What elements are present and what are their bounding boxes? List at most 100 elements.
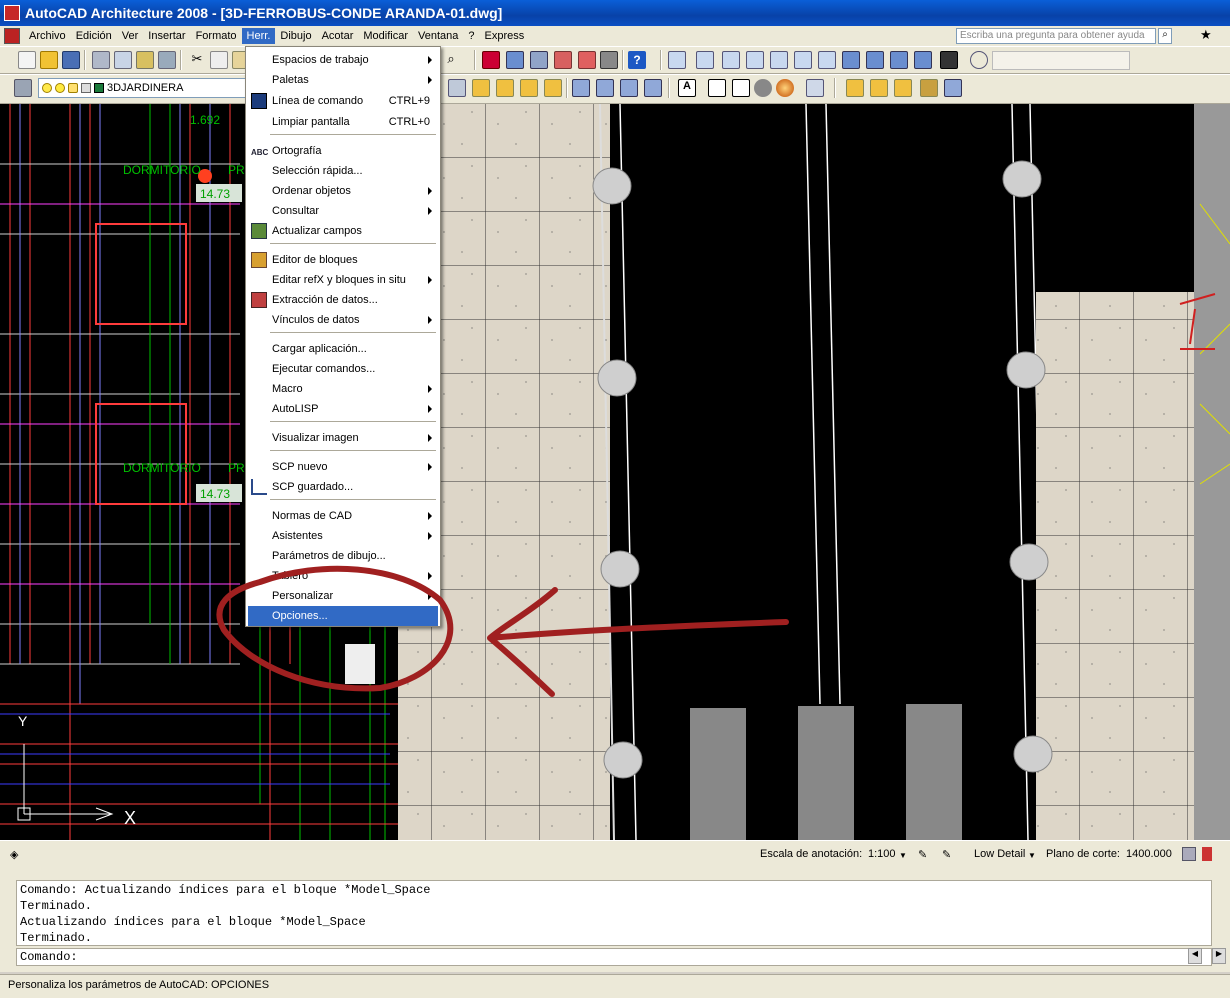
scroll-right-button[interactable]: ▶ — [1212, 948, 1226, 964]
menu-item-cargar-aplicacion[interactable]: Cargar aplicación... — [248, 339, 438, 359]
layer-manager-icon[interactable] — [14, 79, 32, 97]
annotation-scale-dropdown-icon[interactable]: ▼ — [899, 851, 907, 860]
view-iso-icon[interactable] — [818, 51, 836, 69]
text-icon[interactable]: A — [678, 79, 696, 97]
menu-item-macro[interactable]: Macro — [248, 379, 438, 399]
realistic-icon[interactable] — [776, 79, 794, 97]
menu-item-visualizar-imagen[interactable]: Visualizar imagen — [248, 428, 438, 448]
model-space-icon[interactable]: ◈ — [10, 848, 18, 861]
menu-edicion[interactable]: Edición — [71, 28, 117, 44]
sheet-set-icon[interactable] — [554, 51, 572, 69]
command-input[interactable]: Comando: — [16, 948, 1212, 966]
menu-item-seleccion-rapida[interactable]: Selección rápida... — [248, 161, 438, 181]
wall-tool-icon[interactable] — [846, 79, 864, 97]
view-se-iso-icon[interactable] — [866, 51, 884, 69]
menu-item-opciones[interactable]: Opciones... — [248, 606, 438, 626]
open-folder-icon[interactable] — [40, 51, 58, 69]
layer-lock-icon[interactable] — [68, 83, 78, 93]
space-tool-icon[interactable] — [944, 79, 962, 97]
menu-dibujo[interactable]: Dibujo — [275, 28, 316, 44]
menu-acotar[interactable]: Acotar — [317, 28, 359, 44]
annotation-scale-value[interactable]: 1:100 — [868, 848, 896, 860]
visual-styles-icon[interactable] — [806, 79, 824, 97]
ucs-target-icon[interactable] — [970, 51, 988, 69]
new-file-icon[interactable] — [18, 51, 36, 69]
layer-freeze-icon[interactable] — [520, 79, 538, 97]
layer-dropdown[interactable]: 3DJARDINERA — [38, 78, 258, 98]
menu-item-parametros-de-dibujo[interactable]: Parámetros de dibujo... — [248, 546, 438, 566]
menu-item-espacios-de-trabajo[interactable]: Espacios de trabajo — [248, 50, 438, 70]
plot-icon[interactable] — [158, 51, 176, 69]
layer-walk-icon[interactable] — [596, 79, 614, 97]
favorites-icon[interactable]: ★ — [1200, 27, 1212, 43]
menu-modificar[interactable]: Modificar — [358, 28, 413, 44]
menu-item-normas-de-cad[interactable]: Normas de CAD — [248, 506, 438, 526]
layer-iso-icon[interactable] — [472, 79, 490, 97]
markup-icon[interactable] — [578, 51, 596, 69]
print-preview-icon[interactable] — [114, 51, 132, 69]
door-tool-icon[interactable] — [870, 79, 888, 97]
layer-on-icon[interactable] — [42, 83, 52, 93]
menu-item-consultar[interactable]: Consultar — [248, 201, 438, 221]
menu-item-limpiar-pantalla[interactable]: Limpiar pantalla CTRL+0 — [248, 112, 438, 132]
menu-herramientas[interactable]: Herr. — [241, 28, 276, 44]
cut-icon[interactable]: ✂ — [188, 51, 206, 69]
layer-thaw-icon[interactable] — [55, 83, 65, 93]
help-search-input[interactable]: Escriba una pregunta para obtener ayuda — [956, 28, 1156, 44]
view-nw-iso-icon[interactable] — [914, 51, 932, 69]
menu-formato[interactable]: Formato — [191, 28, 242, 44]
print-icon[interactable] — [92, 51, 110, 69]
menu-item-actualizar-campos[interactable]: Actualizar campos — [248, 221, 438, 241]
annotation-visibility-icon[interactable]: ✎ — [918, 848, 927, 861]
menu-item-ejecutar-comandos[interactable]: Ejecutar comandos... — [248, 359, 438, 379]
detail-level[interactable]: Low Detail — [974, 848, 1025, 860]
cut-plane-value[interactable]: 1400.000 — [1126, 848, 1172, 860]
view-sw-iso-icon[interactable] — [842, 51, 860, 69]
view-top-icon[interactable] — [668, 51, 686, 69]
menu-item-scp-guardado[interactable]: SCP guardado... — [248, 477, 438, 497]
properties-icon[interactable] — [482, 51, 500, 69]
menu-item-extraccion-de-datos[interactable]: Extracción de datos... — [248, 290, 438, 310]
scroll-left-button[interactable]: ◀ — [1188, 948, 1202, 964]
layer-previous-icon[interactable] — [448, 79, 466, 97]
menu-item-ordenar-objetos[interactable]: Ordenar objetos — [248, 181, 438, 201]
menu-item-tablero[interactable]: Tablero — [248, 566, 438, 586]
drawing-area[interactable]: DORMITORIO PR DORMITORIO PR 14.73 14.73 … — [0, 104, 1230, 840]
zoom-realtime-icon[interactable]: ⌕ — [442, 51, 460, 69]
menu-ayuda[interactable]: ? — [463, 28, 479, 44]
hidden-icon[interactable] — [754, 79, 772, 97]
layer-merge-icon[interactable] — [620, 79, 638, 97]
menu-item-autolisp[interactable]: AutoLISP — [248, 399, 438, 419]
layer-off-icon[interactable] — [544, 79, 562, 97]
menu-item-vinculos-de-datos[interactable]: Vínculos de datos — [248, 310, 438, 330]
document-icon[interactable] — [4, 28, 20, 44]
save-icon[interactable] — [62, 51, 80, 69]
view-right-icon[interactable] — [746, 51, 764, 69]
view-bottom-icon[interactable] — [696, 51, 714, 69]
layer-unisolate-icon[interactable] — [496, 79, 514, 97]
copy-icon[interactable] — [210, 51, 228, 69]
menu-archivo[interactable]: Archivo — [24, 28, 71, 44]
menu-item-paletas[interactable]: Paletas — [248, 70, 438, 90]
help-search-icon[interactable]: ⌕ — [1158, 28, 1172, 44]
autocad-app-icon[interactable] — [4, 5, 20, 21]
box-icon[interactable] — [708, 79, 726, 97]
publish-icon[interactable] — [136, 51, 154, 69]
menu-item-scp-nuevo[interactable]: SCP nuevo — [248, 457, 438, 477]
window-tool-icon[interactable] — [894, 79, 912, 97]
design-center-icon[interactable] — [506, 51, 524, 69]
menu-ver[interactable]: Ver — [117, 28, 144, 44]
calculator-icon[interactable] — [600, 51, 618, 69]
menu-item-personalizar[interactable]: Personalizar — [248, 586, 438, 606]
layer-delete-icon[interactable] — [644, 79, 662, 97]
layer-match-icon[interactable] — [572, 79, 590, 97]
view-left-icon[interactable] — [722, 51, 740, 69]
menu-express[interactable]: Express — [480, 28, 530, 44]
stair-tool-icon[interactable] — [920, 79, 938, 97]
menu-ventana[interactable]: Ventana — [413, 28, 463, 44]
wireframe-icon[interactable] — [732, 79, 750, 97]
menu-item-linea-de-comando[interactable]: Línea de comando CTRL+9 — [248, 91, 438, 111]
menu-item-editar-refx[interactable]: Editar refX y bloques in situ — [248, 270, 438, 290]
clean-screen-icon[interactable] — [1202, 847, 1212, 861]
view-front-icon[interactable] — [770, 51, 788, 69]
